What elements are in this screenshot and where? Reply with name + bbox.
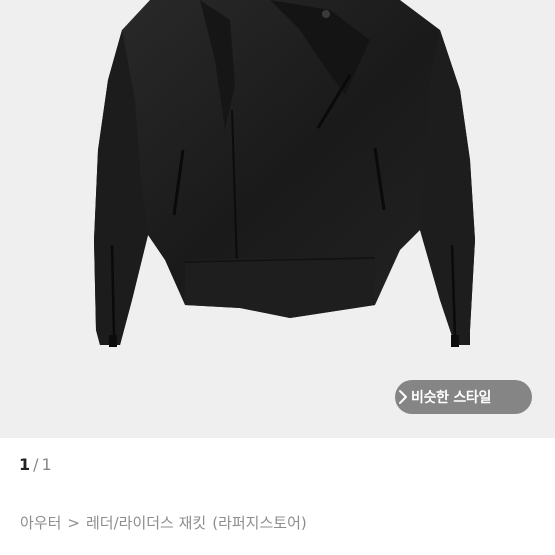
breadcrumb-category[interactable]: 아우터 <box>20 512 61 533</box>
pager-current: 1 <box>19 455 31 474</box>
breadcrumb: 아우터 > 레더/라이더스 재킷 (라퍼지스토어) <box>20 512 307 533</box>
chevron-right-icon <box>399 390 407 404</box>
product-image[interactable]: 비슷한 스타일 <box>0 0 555 438</box>
jacket-illustration <box>94 0 475 347</box>
breadcrumb-separator: > <box>67 513 80 532</box>
similar-style-label: 비슷한 스타일 <box>411 390 492 406</box>
breadcrumb-store[interactable]: (라퍼지스토어) <box>212 512 307 533</box>
breadcrumb-subcategory[interactable]: 레더/라이더스 재킷 <box>86 512 206 533</box>
image-pager: 1/1 <box>19 455 52 474</box>
pager-total: 1 <box>41 455 52 474</box>
pager-separator: / <box>33 455 39 474</box>
similar-style-button[interactable]: 비슷한 스타일 <box>395 380 532 414</box>
